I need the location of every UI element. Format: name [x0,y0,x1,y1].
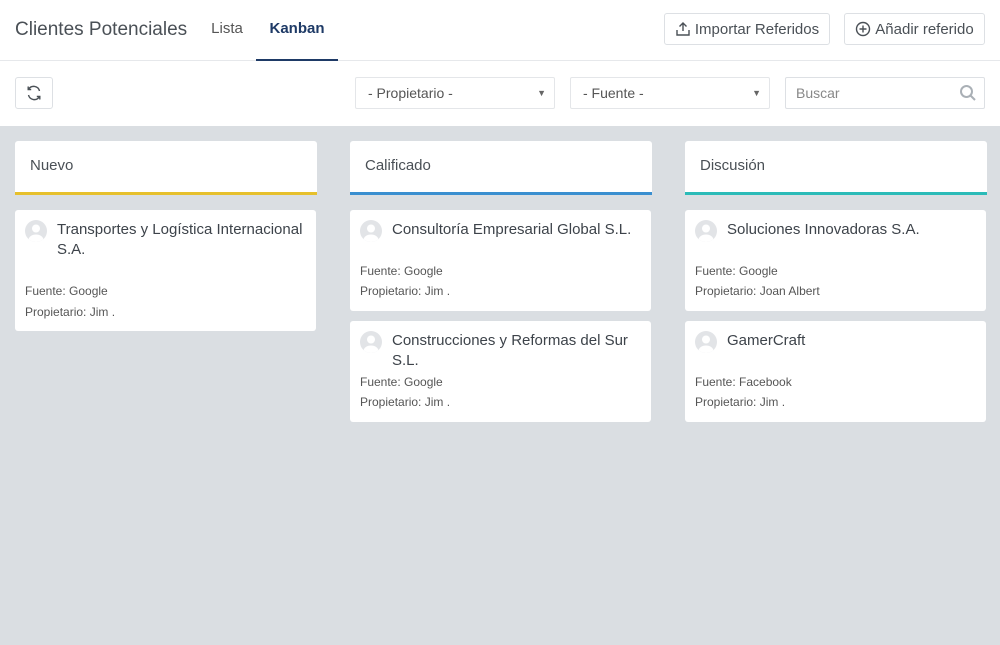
refresh-button[interactable] [15,77,53,109]
lead-title: Consultoría Empresarial Global S.L. [392,221,632,238]
caret-down-icon: ▼ [752,88,761,98]
avatar [695,331,717,353]
search-input[interactable] [786,78,946,108]
user-icon [28,224,44,242]
import-referrals-button[interactable]: Importar Referidos [664,13,830,45]
column-title: Calificado [365,157,431,174]
avatar [360,331,382,353]
lead-title: Construcciones y Reformas del Sur S.L. [392,332,628,369]
lead-card[interactable]: Construcciones y Reformas del Sur S.L. F… [350,321,651,422]
plus-circle-icon [856,21,871,37]
lead-card[interactable]: GamerCraft Fuente: Facebook Propietario:… [685,321,986,422]
lead-card[interactable]: Consultoría Empresarial Global S.L. Fuen… [350,210,651,311]
user-icon [363,224,379,242]
column-header-discusion: Discusión [685,141,987,195]
tab-kanban[interactable]: Kanban [256,0,338,61]
toolbar: - Propietario - ▼ - Fuente - ▼ [0,61,1000,126]
lead-title: Transportes y Logística Internacional S.… [57,221,303,258]
refresh-icon [27,85,41,101]
lead-source: Fuente: Google [25,284,108,298]
lead-source: Fuente: Facebook [695,375,792,389]
upload-icon [676,22,690,36]
lead-source: Fuente: Google [360,375,443,389]
lead-title: Soluciones Innovadoras S.A. [727,221,920,238]
avatar [25,220,47,242]
header: Clientes Potenciales Lista Kanban Import… [0,0,1000,61]
add-referral-button[interactable]: Añadir referido [844,13,985,45]
search-box [785,77,985,109]
user-icon [698,224,714,242]
lead-owner: Propietario: Jim . [360,284,451,298]
add-referral-label: Añadir referido [875,20,974,38]
column-title: Nuevo [30,157,74,174]
import-referrals-label: Importar Referidos [694,20,820,38]
tab-lista[interactable]: Lista [198,0,256,61]
lead-source: Fuente: Google [695,264,778,278]
column-header-nuevo: Nuevo [15,141,317,195]
lead-owner: Propietario: Jim . [25,305,116,319]
search-icon[interactable] [959,84,977,102]
user-icon [363,335,379,353]
avatar [360,220,382,242]
lead-owner: Propietario: Jim . [360,395,451,409]
page-title: Clientes Potenciales [15,19,188,40]
lead-title: GamerCraft [727,332,806,349]
lead-source: Fuente: Google [360,264,443,278]
column-header-calificado: Calificado [350,141,652,195]
lead-card[interactable]: Transportes y Logística Internacional S.… [15,210,316,331]
avatar [695,220,717,242]
user-icon [698,335,714,353]
owner-select[interactable]: - Propietario - ▼ [355,77,555,109]
lead-owner: Propietario: Joan Albert [695,284,820,298]
caret-down-icon: ▼ [537,88,546,98]
source-select[interactable]: - Fuente - ▼ [570,77,770,109]
column-title: Discusión [700,157,766,174]
lead-owner: Propietario: Jim . [695,395,786,409]
kanban-board: Nuevo Transportes y Logística Internacio… [0,126,1000,645]
lead-card[interactable]: Soluciones Innovadoras S.A. Fuente: Goog… [685,210,986,311]
owner-select-value: - Propietario - [368,85,453,101]
source-select-value: - Fuente - [583,85,644,101]
